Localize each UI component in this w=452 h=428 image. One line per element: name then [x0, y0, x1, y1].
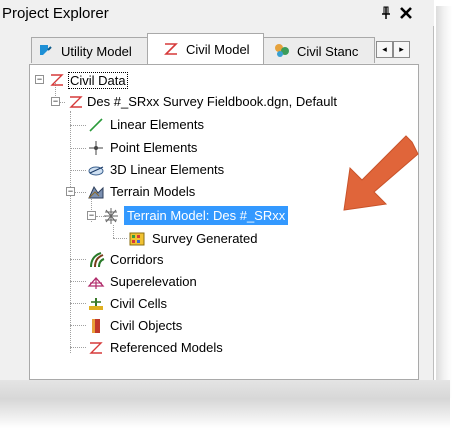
tab-bar: Utility Model Civil Model Civil Stanc ◂ … [0, 26, 434, 66]
panel-shadow-bottom [0, 380, 450, 428]
collapse-toggle[interactable]: − [35, 75, 44, 84]
collapse-toggle[interactable]: − [66, 187, 75, 196]
tree-node-label: Corridors [110, 252, 164, 267]
tree-node-survey-generated[interactable]: Survey Generated [30, 228, 418, 250]
tab-scroll-left-button[interactable]: ◂ [376, 41, 393, 58]
tree-node-civil-data[interactable]: − Civil Data [30, 69, 418, 91]
tree-node-superelevation[interactable]: Superelevation [30, 271, 418, 293]
tree-node-label: Des #_SRxx Survey Fieldbook.dgn, Default [87, 94, 338, 109]
collapse-toggle[interactable]: − [51, 97, 60, 106]
referenced-models-icon [89, 342, 103, 354]
tab-utility-model[interactable]: Utility Model [31, 37, 149, 63]
tree-node-civil-objects[interactable]: Civil Objects [30, 315, 418, 337]
panel-shadow-right [436, 6, 452, 398]
annotation-arrow-icon [343, 135, 419, 211]
tab-scroll-right-button[interactable]: ▸ [393, 41, 410, 58]
tree-node-corridors[interactable]: Corridors [30, 249, 418, 271]
civil-objects-icon [92, 319, 100, 333]
civil-data-icon [50, 74, 64, 86]
tree-node-referenced-models[interactable]: Referenced Models [30, 337, 418, 359]
tree-node-label: Point Elements [110, 140, 198, 155]
tree-node-dgn-file[interactable]: − Des #_SRxx Survey Fieldbook.dgn, Defau… [30, 91, 418, 113]
tree-node-civil-cells[interactable]: Civil Cells [30, 293, 418, 315]
point-elements-icon [89, 141, 103, 155]
civil-cells-icon [89, 298, 103, 310]
dgn-file-icon [69, 96, 83, 108]
corridors-icon [90, 252, 105, 268]
tree-node-label: Superelevation [110, 274, 197, 289]
tree-node-label: Linear Elements [110, 117, 204, 132]
tree-node-label: Survey Generated [152, 231, 258, 246]
civil-model-icon [164, 43, 178, 55]
superelevation-icon [87, 277, 105, 289]
terrain-model-icon [104, 208, 118, 224]
utility-model-icon [40, 45, 52, 55]
close-icon[interactable] [399, 6, 413, 20]
tree-node-label: Civil Objects [110, 318, 183, 333]
terrain-models-icon [88, 185, 104, 199]
survey-generated-icon [129, 232, 145, 246]
tree-node-label: Terrain Model: Des #_SRxx [124, 206, 289, 225]
civil-model-tree: − Civil Data − Des #_SRxx Survey Fieldbo… [29, 64, 419, 380]
pin-icon[interactable] [380, 6, 392, 20]
civil-standards-icon [275, 44, 289, 57]
tab-civil-model[interactable]: Civil Model [147, 33, 264, 64]
tree-node-label: 3D Linear Elements [110, 162, 225, 177]
collapse-toggle[interactable]: − [87, 211, 96, 220]
tree-node-label: Civil Cells [110, 296, 168, 311]
linear-elements-icon [89, 118, 103, 132]
panel-titlebar: Project Explorer [0, 0, 434, 26]
panel-title: Project Explorer [2, 5, 109, 22]
tree-node-label: Civil Data [68, 72, 128, 89]
tree-node-label: Terrain Models [110, 184, 196, 199]
tree-node-label: Referenced Models [110, 340, 223, 355]
tab-civil-standards[interactable]: Civil Stanc [262, 37, 375, 63]
3d-linear-elements-icon [88, 166, 104, 176]
